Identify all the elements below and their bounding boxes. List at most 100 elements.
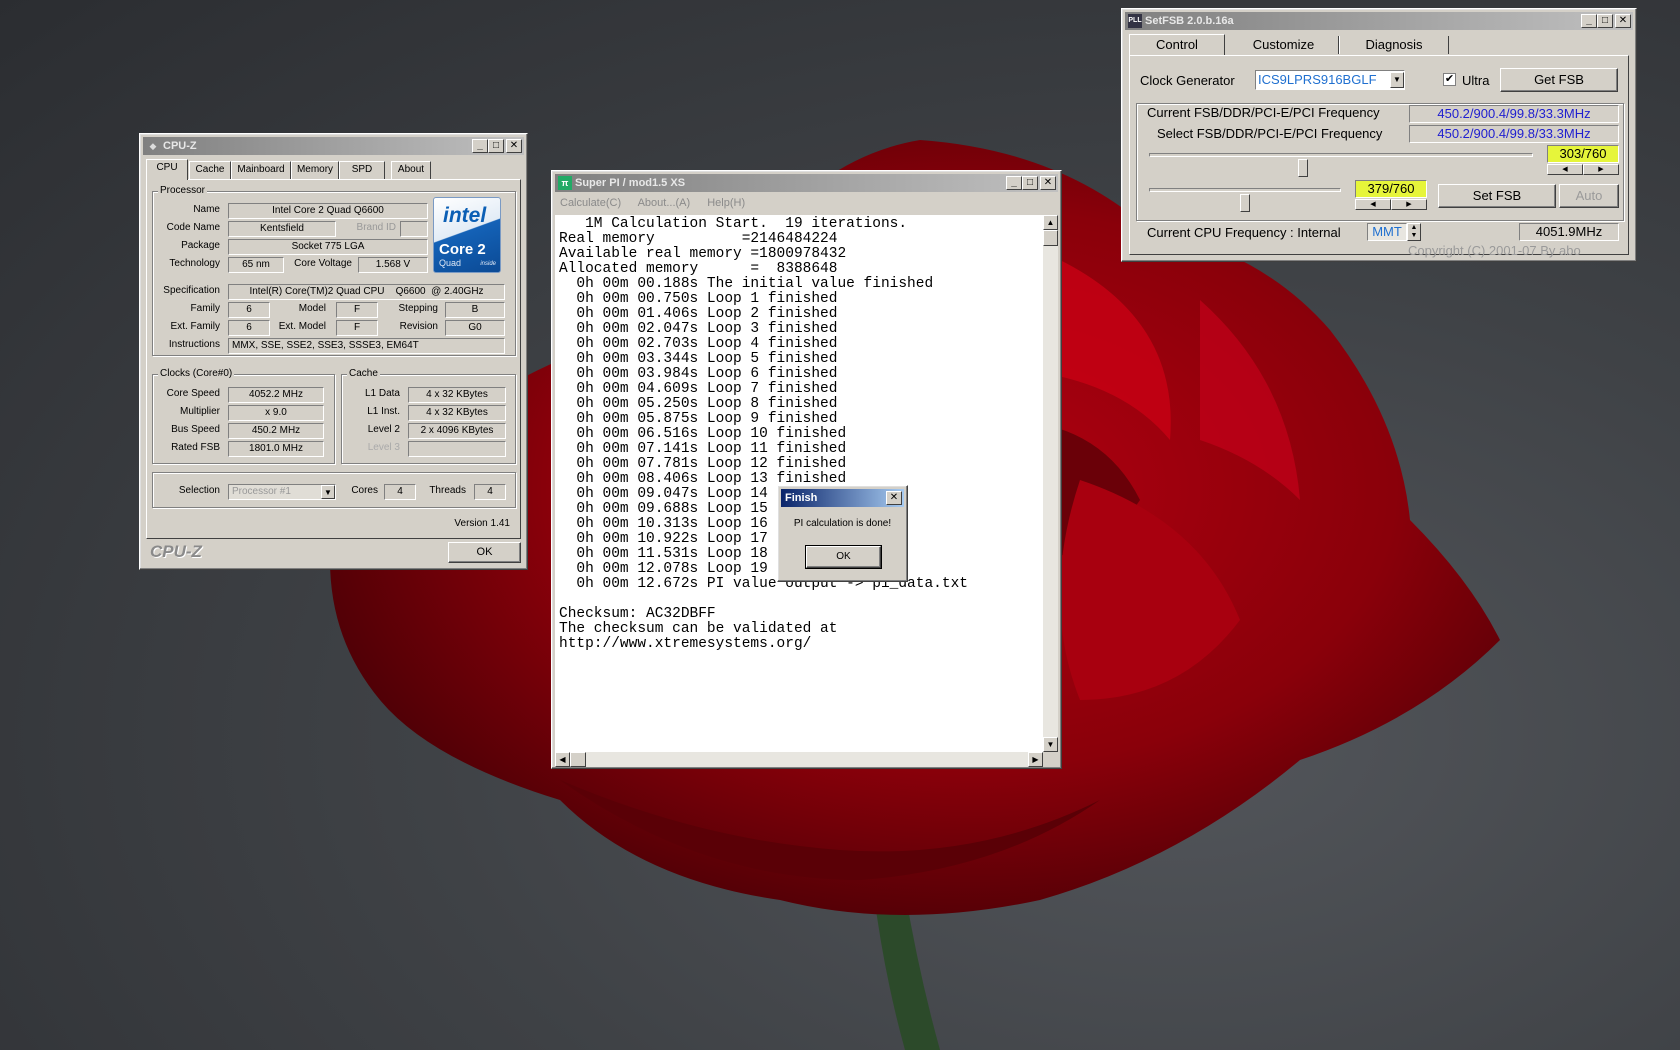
scroll-down-icon[interactable]: ▼ (1043, 737, 1058, 752)
rated-fsb-value: 1801.0 MHz (228, 441, 324, 457)
menu-help[interactable]: Help(H) (707, 197, 745, 209)
scroll-thumb[interactable] (1043, 230, 1058, 246)
code-name-label: Code Name (166, 222, 220, 233)
bus-speed-value: 450.2 MHz (228, 423, 324, 439)
superpi-titlebar[interactable]: π Super PI / mod1.5 XS _ □ ✕ (555, 174, 1058, 192)
rated-fsb-label: Rated FSB (171, 442, 220, 453)
vertical-scrollbar[interactable]: ▲ ▼ (1043, 215, 1058, 752)
close-button[interactable]: ✕ (1040, 176, 1056, 190)
slider2-right-icon[interactable]: ▶ (1391, 199, 1427, 210)
level3-label: Level 3 (367, 442, 400, 453)
scroll-hthumb[interactable] (570, 752, 586, 767)
superpi-output: 1M Calculation Start. 19 iterations. Real… (555, 215, 1043, 752)
setfsb-window: PLL SetFSB 2.0.b.16a _ □ ✕ Control Custo… (1121, 8, 1637, 262)
name-value: Intel Core 2 Quad Q6600 (228, 203, 428, 219)
core-speed-label: Core Speed (166, 388, 220, 399)
menu-calculate[interactable]: Calculate(C) (560, 197, 621, 209)
level2-value: 2 x 4096 KBytes (408, 423, 506, 439)
scroll-left-icon[interactable]: ◀ (555, 752, 570, 767)
ultra-checkbox[interactable]: ✔ (1443, 73, 1456, 86)
select-frequency-label: Select FSB/DDR/PCI-E/PCI Frequency (1157, 126, 1383, 141)
superpi-menubar: Calculate(C) About...(A) Help(H) (560, 195, 759, 211)
slider1-right-icon[interactable]: ▶ (1583, 164, 1619, 175)
console-line: 0h 00m 00.750s Loop 1 finished (559, 291, 838, 307)
maximize-button[interactable]: □ (1022, 176, 1038, 190)
l1-data-value: 4 x 32 KBytes (408, 387, 506, 403)
stepping-label: Stepping (398, 303, 438, 314)
secondary-slider-thumb[interactable] (1240, 194, 1250, 212)
console-line: 0h 00m 03.984s Loop 6 finished (559, 366, 838, 382)
copyright-text: Copyright (C) 2001-07 By abo (1408, 243, 1581, 258)
chevron-down-icon[interactable]: ▼ (1390, 72, 1404, 88)
console-line: Checksum: AC32DBFF (559, 606, 716, 622)
selection-label: Selection (178, 485, 220, 496)
console-line: 1M Calculation Start. 19 iterations. (559, 216, 908, 232)
cores-label: Cores (351, 485, 378, 496)
finish-ok-button[interactable]: OK (805, 545, 882, 569)
console-line: Real memory =2146484224 (559, 231, 838, 247)
menu-about[interactable]: About...(A) (638, 197, 691, 209)
level3-value (408, 441, 506, 457)
finish-dialog: Finish ✕ PI calculation is done! OK (777, 485, 908, 582)
cpuz-window: ◆ CPU-Z _ □ ✕ CPU Cache Mainboard Memory… (139, 133, 528, 570)
auto-button[interactable]: Auto (1559, 184, 1619, 208)
console-line: 0h 00m 00.188s The initial value finishe… (559, 276, 934, 292)
console-line: Allocated memory = 8388648 (559, 261, 838, 277)
brand-id-value (400, 221, 428, 237)
select-frequency-value: 450.2/900.4/99.8/33.3MHz (1409, 125, 1619, 143)
name-label: Name (193, 204, 220, 215)
threads-value: 4 (474, 484, 506, 500)
fsb-slider-thumb[interactable] (1297, 159, 1308, 177)
scroll-right-icon[interactable]: ▶ (1028, 752, 1043, 767)
technology-value: 65 nm (228, 257, 284, 273)
minimize-button[interactable]: _ (1006, 176, 1022, 190)
intel-wordmark: intel (443, 204, 487, 227)
logo-line1: Core 2 (439, 241, 486, 258)
ultra-label: Ultra (1462, 73, 1490, 88)
secondary-slider-value: 379/760 (1355, 180, 1427, 198)
l1-inst-value: 4 x 32 KBytes (408, 405, 506, 421)
cpu-frequency-value: 4051.9MHz (1519, 223, 1619, 241)
core-voltage-label: Core Voltage (294, 258, 352, 269)
get-fsb-button[interactable]: Get FSB (1500, 68, 1618, 92)
source-spin-icon[interactable]: ▲ ▼ (1407, 223, 1421, 241)
finish-titlebar[interactable]: Finish ✕ (781, 489, 904, 507)
revision-label: Revision (399, 321, 438, 332)
logo-line2: Quad (439, 258, 462, 268)
instructions-value: MMX, SSE, SSE2, SSE3, SSSE3, EM64T (228, 338, 505, 354)
clock-generator-label: Clock Generator (1140, 73, 1235, 88)
set-fsb-button[interactable]: Set FSB (1438, 184, 1556, 208)
cpu-frequency-source[interactable]: MMT (1367, 223, 1407, 241)
chevron-down-icon[interactable]: ▼ (321, 485, 335, 499)
stepping-value: B (445, 302, 505, 318)
bus-speed-label: Bus Speed (171, 424, 220, 435)
console-line: 0h 00m 07.781s Loop 12 finished (559, 456, 847, 472)
clock-generator-dropdown[interactable]: ICS9LPRS916BGLF (1255, 70, 1405, 90)
l1-data-label: L1 Data (364, 388, 400, 399)
console-line: 0h 00m 05.250s Loop 8 finished (559, 396, 838, 412)
code-name-value: Kentsfield (228, 221, 336, 237)
slider1-left-icon[interactable]: ◀ (1547, 164, 1583, 175)
ext-model-value: F (336, 320, 378, 336)
package-value: Socket 775 LGA (228, 239, 428, 255)
model-value: F (336, 302, 378, 318)
secondary-slider-track[interactable] (1149, 188, 1341, 192)
specification-value: Intel(R) Core(TM)2 Quad CPU Q6600 @ 2.40… (228, 284, 505, 300)
family-value: 6 (228, 302, 270, 318)
fsb-slider-track[interactable] (1149, 153, 1533, 157)
horizontal-scrollbar[interactable]: ◀ ▶ (555, 752, 1043, 767)
scroll-up-icon[interactable]: ▲ (1043, 215, 1058, 230)
slider2-left-icon[interactable]: ◀ (1355, 199, 1391, 210)
close-button[interactable]: ✕ (886, 491, 902, 505)
console-line: 0h 00m 01.406s Loop 2 finished (559, 306, 838, 322)
console-line: 0h 00m 02.703s Loop 4 finished (559, 336, 838, 352)
console-line: 0h 00m 07.141s Loop 11 finished (559, 441, 847, 457)
selection-dropdown[interactable]: Processor #1 (228, 484, 336, 500)
family-label: Family (190, 303, 220, 314)
logo-badge: inside (480, 261, 496, 267)
finish-message: PI calculation is done! (793, 518, 892, 529)
console-line: Available real memory =1800978432 (559, 246, 847, 262)
ext-model-label: Ext. Model (278, 321, 326, 332)
core-voltage-value: 1.568 V (358, 257, 428, 273)
